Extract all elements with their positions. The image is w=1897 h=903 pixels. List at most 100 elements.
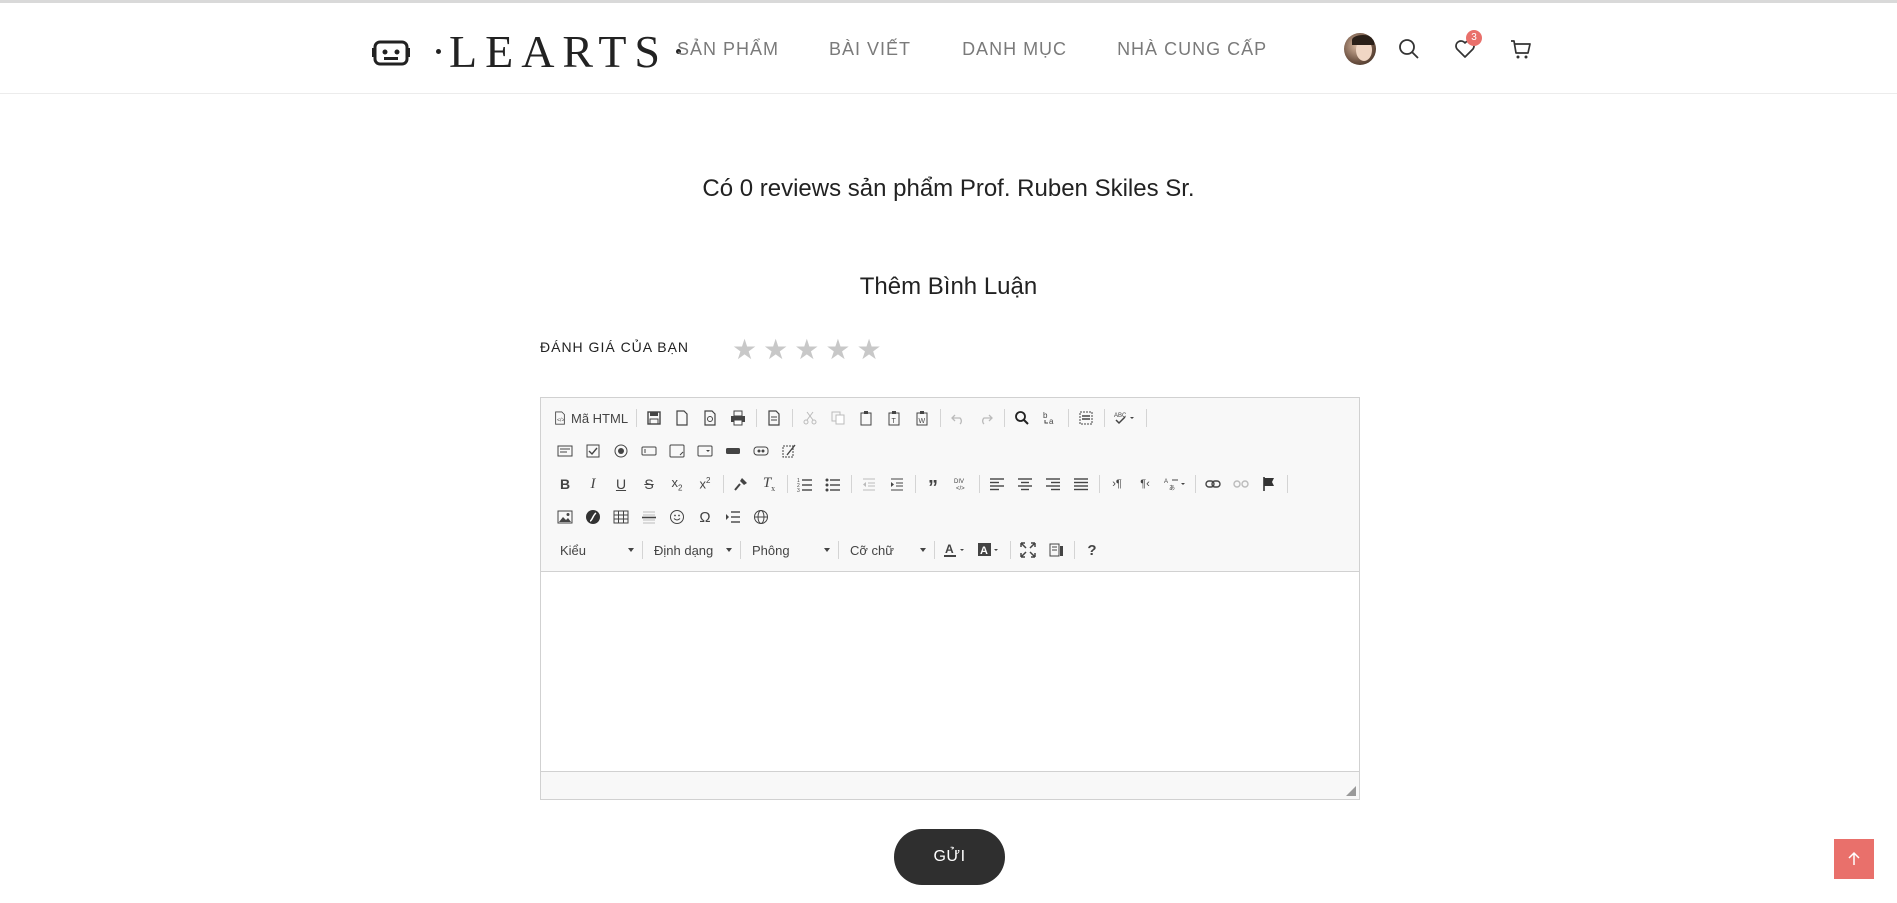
back-to-top-button[interactable] bbox=[1834, 839, 1874, 879]
toolbar-row-4: Ω bbox=[553, 505, 777, 529]
subscript-icon[interactable]: x2 bbox=[665, 473, 689, 495]
bulleted-list-icon[interactable] bbox=[821, 473, 845, 495]
preview-icon[interactable] bbox=[698, 407, 722, 429]
nav-item-products[interactable]: SẢN PHẨM bbox=[677, 39, 779, 60]
numbered-list-icon[interactable]: 123 bbox=[793, 473, 817, 495]
source-icon: </> bbox=[555, 411, 565, 425]
superscript-icon[interactable]: x2 bbox=[693, 473, 717, 495]
nav-item-suppliers[interactable]: NHÀ CUNG CẤP bbox=[1117, 39, 1267, 60]
undo-icon[interactable] bbox=[946, 407, 970, 429]
svg-text:3: 3 bbox=[797, 488, 800, 492]
paste-text-icon[interactable]: T bbox=[882, 407, 906, 429]
star-3[interactable]: ★ bbox=[794, 336, 819, 364]
justify-icon[interactable] bbox=[1069, 473, 1093, 495]
remove-format-icon[interactable]: Tx bbox=[757, 473, 781, 495]
search-icon[interactable] bbox=[1397, 37, 1421, 61]
button-field-icon[interactable] bbox=[721, 440, 745, 462]
submit-button[interactable]: GỬI bbox=[894, 829, 1005, 885]
select-field-icon[interactable] bbox=[693, 440, 717, 462]
anchor-flag-icon[interactable] bbox=[1257, 473, 1281, 495]
table-icon[interactable] bbox=[609, 506, 633, 528]
image-button-icon[interactable] bbox=[749, 440, 773, 462]
iframe-globe-icon[interactable] bbox=[749, 506, 773, 528]
blockquote-icon[interactable]: ” bbox=[921, 473, 945, 498]
toolbar-row-1: </> Mã HTML T W ba ABC bbox=[553, 406, 1152, 430]
font-size-dropdown[interactable]: Cỡ chữ bbox=[844, 539, 932, 561]
paste-icon[interactable] bbox=[854, 407, 878, 429]
align-left-icon[interactable] bbox=[985, 473, 1009, 495]
maximize-icon[interactable] bbox=[1016, 539, 1040, 561]
nav-item-posts[interactable]: BÀI VIẾT bbox=[829, 39, 911, 60]
svg-text:あ: あ bbox=[1169, 485, 1175, 492]
align-right-icon[interactable] bbox=[1041, 473, 1065, 495]
smiley-icon[interactable] bbox=[665, 506, 689, 528]
text-field-icon[interactable] bbox=[637, 440, 661, 462]
find-icon[interactable] bbox=[1010, 407, 1034, 429]
show-blocks-icon[interactable] bbox=[1044, 539, 1068, 561]
star-2[interactable]: ★ bbox=[763, 336, 788, 364]
nav-item-categories[interactable]: DANH MỤC bbox=[962, 39, 1067, 60]
copy-icon[interactable] bbox=[826, 407, 850, 429]
format-dropdown[interactable]: Định dạng bbox=[648, 539, 738, 561]
select-all-icon[interactable] bbox=[1074, 407, 1098, 429]
print-icon[interactable] bbox=[726, 407, 750, 429]
paste-word-icon[interactable]: W bbox=[910, 407, 934, 429]
save-icon[interactable] bbox=[642, 407, 666, 429]
ltr-icon[interactable]: ›¶ bbox=[1105, 473, 1129, 495]
textarea-icon[interactable] bbox=[665, 440, 689, 462]
font-dropdown[interactable]: Phông bbox=[746, 539, 836, 561]
image-icon[interactable] bbox=[553, 506, 577, 528]
form-icon[interactable] bbox=[553, 440, 577, 462]
background-color-icon[interactable]: A bbox=[974, 539, 1004, 561]
replace-icon[interactable]: ba bbox=[1038, 407, 1062, 429]
new-page-icon[interactable] bbox=[670, 407, 694, 429]
site-header: LEARTS SẢN PHẨM BÀI VIẾT DANH MỤC NHÀ CU… bbox=[0, 0, 1897, 94]
star-4[interactable]: ★ bbox=[825, 336, 850, 364]
templates-icon[interactable] bbox=[762, 407, 786, 429]
language-icon[interactable]: Aあ bbox=[1161, 473, 1189, 495]
radio-icon[interactable] bbox=[609, 440, 633, 462]
div-container-icon[interactable]: DIV </> bbox=[949, 473, 973, 495]
help-icon[interactable]: ? bbox=[1080, 539, 1104, 561]
source-button[interactable]: </> Mã HTML bbox=[553, 411, 628, 426]
spellcheck-icon[interactable]: ABC bbox=[1110, 407, 1140, 429]
link-icon[interactable] bbox=[1201, 473, 1225, 495]
redo-icon[interactable] bbox=[974, 407, 998, 429]
star-5[interactable]: ★ bbox=[856, 336, 881, 364]
horizontal-rule-icon[interactable] bbox=[637, 506, 661, 528]
flash-icon[interactable] bbox=[581, 506, 605, 528]
cut-icon[interactable] bbox=[798, 407, 822, 429]
italic-icon[interactable]: I bbox=[581, 473, 605, 495]
resize-handle-icon[interactable] bbox=[1346, 786, 1356, 796]
wishlist-heart-icon[interactable]: 3 bbox=[1453, 30, 1482, 61]
bold-icon[interactable]: B bbox=[553, 473, 577, 495]
strikethrough-icon[interactable]: S bbox=[637, 473, 661, 495]
hidden-field-icon[interactable] bbox=[777, 440, 801, 462]
styles-dropdown[interactable]: Kiểu bbox=[554, 539, 640, 561]
editor-content-area[interactable] bbox=[541, 572, 1359, 772]
logo[interactable]: LEARTS bbox=[372, 21, 689, 81]
rtl-icon[interactable]: ¶‹ bbox=[1133, 473, 1157, 495]
star-1[interactable]: ★ bbox=[732, 336, 757, 364]
svg-text:T: T bbox=[892, 418, 897, 425]
copy-format-icon[interactable] bbox=[729, 473, 753, 495]
rating-stars: ★ ★ ★ ★ ★ bbox=[732, 336, 882, 364]
comment-editor: </> Mã HTML T W ba ABC B I U S x2 x2 Tx … bbox=[540, 397, 1360, 800]
unlink-icon[interactable] bbox=[1229, 473, 1253, 495]
chevron-down-icon bbox=[920, 548, 926, 552]
special-char-icon[interactable]: Ω bbox=[693, 506, 717, 528]
page-break-icon[interactable] bbox=[721, 506, 745, 528]
outdent-icon[interactable] bbox=[857, 473, 881, 495]
align-center-icon[interactable] bbox=[1013, 473, 1037, 495]
indent-icon[interactable] bbox=[885, 473, 909, 495]
underline-icon[interactable]: U bbox=[609, 473, 633, 495]
robot-logo-icon bbox=[372, 40, 410, 66]
svg-text:A: A bbox=[980, 545, 988, 557]
svg-text:ABC: ABC bbox=[1114, 413, 1127, 419]
checkbox-icon[interactable] bbox=[581, 440, 605, 462]
avatar[interactable] bbox=[1344, 33, 1376, 65]
arrow-up-icon bbox=[1848, 851, 1860, 865]
text-color-icon[interactable]: A bbox=[940, 539, 970, 561]
cart-icon[interactable] bbox=[1509, 37, 1533, 61]
rating-label: ĐÁNH GIÁ CỦA BẠN bbox=[540, 339, 690, 355]
